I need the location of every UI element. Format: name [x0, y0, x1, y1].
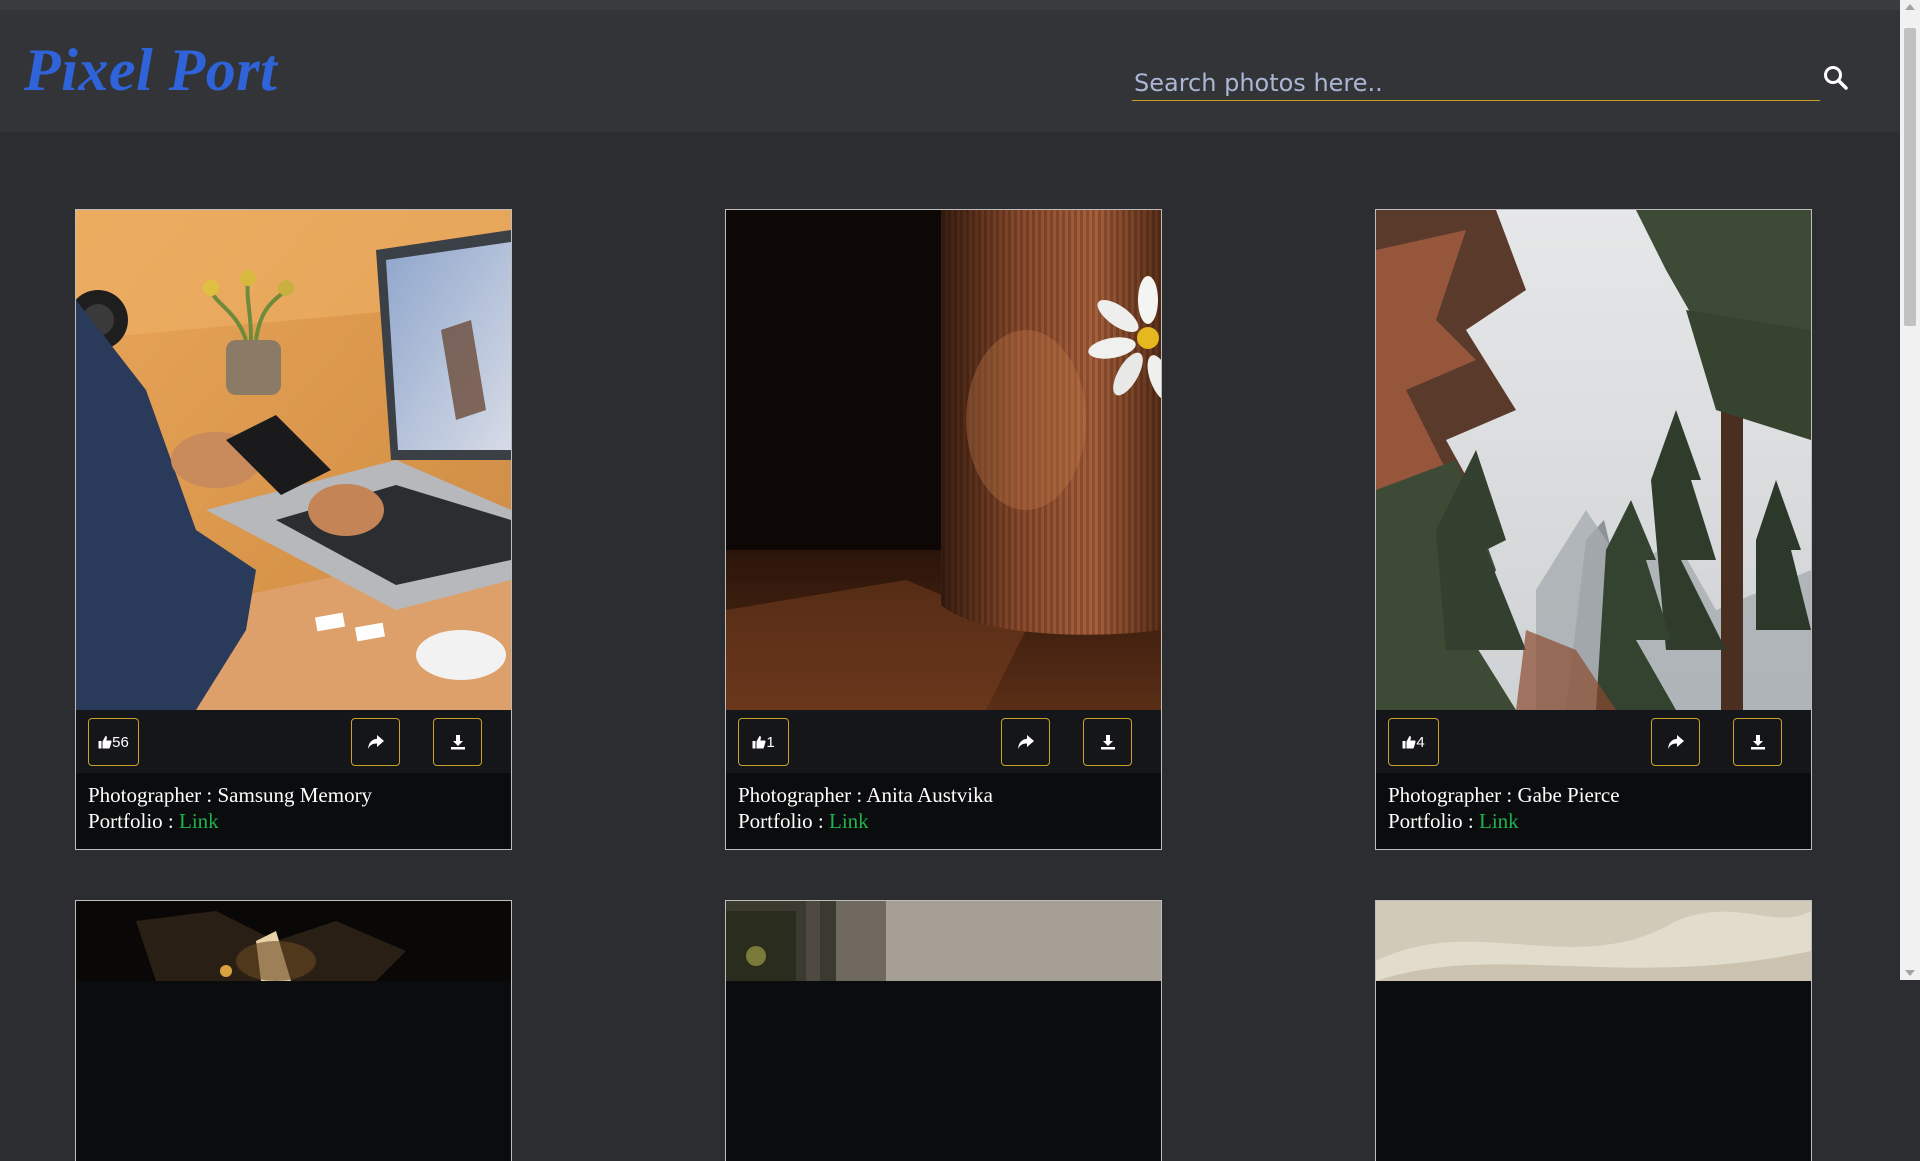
photo-desk-laptop [76, 210, 511, 710]
photo-card: 56 Photographer : Samsung Memory Portfol… [75, 209, 512, 850]
photo-info: Photographer : Samsung Memory Portfolio … [88, 782, 498, 834]
like-button[interactable]: 4 [1388, 718, 1439, 766]
search-button[interactable] [1820, 62, 1852, 94]
share-arrow-icon [1667, 735, 1684, 749]
thumbs-up-icon [1402, 736, 1416, 749]
photographer-name: Samsung Memory [217, 783, 373, 807]
search-bar [1132, 66, 1820, 101]
photographer-line: Photographer : Samsung Memory [88, 782, 498, 808]
photo-image[interactable] [76, 901, 511, 981]
download-icon [1750, 735, 1765, 750]
photographer-label: Photographer : [1388, 783, 1518, 807]
photo-card: 4 Photographer : Gabe Pierce Portfolio :… [1375, 209, 1812, 850]
thumbs-up-icon [98, 736, 112, 749]
photo-interior-curtain [726, 901, 1161, 981]
portfolio-line: Portfolio : Link [738, 808, 1148, 834]
photographer-name: Anita Austvika [866, 783, 993, 807]
card-actions: 4 [1376, 710, 1811, 773]
thumbs-up-icon [752, 736, 766, 749]
scrollbar-thumb[interactable] [1904, 28, 1916, 326]
browser-top-strip [0, 0, 1900, 10]
portfolio-line: Portfolio : Link [88, 808, 498, 834]
like-count: 1 [766, 733, 775, 751]
download-icon [1100, 735, 1115, 750]
photo-image[interactable] [726, 901, 1161, 981]
download-icon [450, 735, 465, 750]
photo-image[interactable] [76, 210, 511, 710]
photo-info: Photographer : Anita Austvika Portfolio … [738, 782, 1148, 834]
share-button[interactable] [1001, 718, 1050, 766]
scroll-up-arrow-icon[interactable] [1905, 4, 1915, 10]
portfolio-label: Portfolio : [738, 809, 830, 833]
photo-card [1375, 900, 1812, 1161]
photographer-name: Gabe Pierce [1517, 783, 1620, 807]
scroll-down-arrow-icon[interactable] [1905, 970, 1915, 976]
portfolio-link[interactable]: Link [1479, 809, 1519, 833]
share-arrow-icon [367, 735, 384, 749]
search-input[interactable] [1132, 66, 1820, 100]
photographer-label: Photographer : [738, 783, 867, 807]
photo-forest-trees [1376, 210, 1811, 710]
photo-vase-flower [726, 210, 1161, 710]
portfolio-link[interactable]: Link [179, 809, 219, 833]
like-button[interactable]: 1 [738, 718, 789, 766]
download-button[interactable] [1083, 718, 1132, 766]
share-arrow-icon [1017, 735, 1034, 749]
photo-card [75, 900, 512, 1161]
share-button[interactable] [1651, 718, 1700, 766]
photo-card [725, 900, 1162, 1161]
photo-fabric-folds [1376, 901, 1811, 981]
portfolio-label: Portfolio : [88, 809, 180, 833]
photo-cave-light [76, 901, 511, 981]
photo-image[interactable] [1376, 901, 1811, 981]
site-logo[interactable]: Pixel Port [24, 36, 277, 105]
photographer-line: Photographer : Anita Austvika [738, 782, 1148, 808]
photo-info: Photographer : Gabe Pierce Portfolio : L… [1388, 782, 1798, 834]
like-count: 4 [1416, 733, 1425, 751]
photographer-line: Photographer : Gabe Pierce [1388, 782, 1798, 808]
download-button[interactable] [1733, 718, 1782, 766]
like-count: 56 [112, 733, 129, 751]
search-icon [1824, 66, 1848, 90]
portfolio-line: Portfolio : Link [1388, 808, 1798, 834]
photo-card: 1 Photographer : Anita Austvika Portfoli… [725, 209, 1162, 850]
share-button[interactable] [351, 718, 400, 766]
card-actions: 1 [726, 710, 1161, 773]
portfolio-label: Portfolio : [1388, 809, 1480, 833]
download-button[interactable] [433, 718, 482, 766]
portfolio-link[interactable]: Link [829, 809, 869, 833]
vertical-scrollbar[interactable] [1900, 0, 1920, 980]
photo-image[interactable] [726, 210, 1161, 710]
like-button[interactable]: 56 [88, 718, 139, 766]
photo-image[interactable] [1376, 210, 1811, 710]
card-actions: 56 [76, 710, 511, 773]
site-header: Pixel Port [0, 10, 1900, 132]
photographer-label: Photographer : [88, 783, 218, 807]
